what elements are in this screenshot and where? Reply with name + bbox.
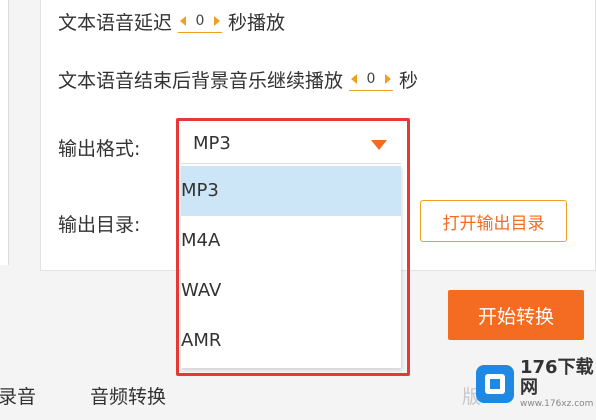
bg-music-row: 文本语音结束后背景音乐继续播放 0 秒 [58, 66, 418, 93]
open-output-dir-button[interactable]: 打开输出目录 [420, 200, 567, 242]
tts-delay-unit: 秒播放 [228, 12, 286, 34]
tab-audio-convert[interactable]: 音频转换 [90, 382, 166, 409]
bg-music-value: 0 [366, 71, 376, 87]
output-format-dropdown: MP3 M4A WAV AMR [181, 166, 401, 368]
logo-url: www.176xz.com [520, 399, 594, 409]
bg-music-label: 文本语音结束后背景音乐继续播放 [58, 70, 344, 92]
tts-delay-stepper[interactable]: 0 [178, 11, 223, 33]
dropdown-arrow-icon[interactable] [371, 140, 387, 150]
increment-arrow-icon[interactable] [214, 16, 220, 26]
left-panel-edge [0, 0, 9, 265]
decrement-arrow-icon[interactable] [351, 74, 358, 84]
output-format-selected-value: MP3 [193, 133, 231, 154]
output-dir-label: 输出目录: [58, 214, 141, 236]
tab-recording[interactable]: 录音 [0, 382, 36, 409]
output-format-select[interactable]: MP3 [181, 128, 401, 164]
increment-arrow-icon[interactable] [385, 74, 391, 84]
tts-delay-label: 文本语音延迟 [58, 12, 173, 34]
dropdown-option-mp3[interactable]: MP3 [181, 166, 401, 216]
watermark-logo: 176下载网 www.176xz.com [476, 357, 596, 409]
logo-icon [476, 365, 514, 403]
decrement-arrow-icon[interactable] [180, 16, 187, 26]
dropdown-option-m4a[interactable]: M4A [181, 216, 401, 266]
tts-delay-row: 文本语音延迟 0 秒播放 [58, 8, 285, 35]
tts-delay-value: 0 [195, 13, 205, 29]
dropdown-option-wav[interactable]: WAV [181, 266, 401, 316]
logo-name: 176下载网 [520, 357, 594, 398]
output-format-label: 输出格式: [58, 138, 141, 160]
start-convert-button[interactable]: 开始转换 [448, 290, 584, 340]
dropdown-option-amr[interactable]: AMR [181, 316, 401, 366]
bg-music-unit: 秒 [399, 70, 419, 92]
bg-music-stepper[interactable]: 0 [349, 69, 394, 91]
